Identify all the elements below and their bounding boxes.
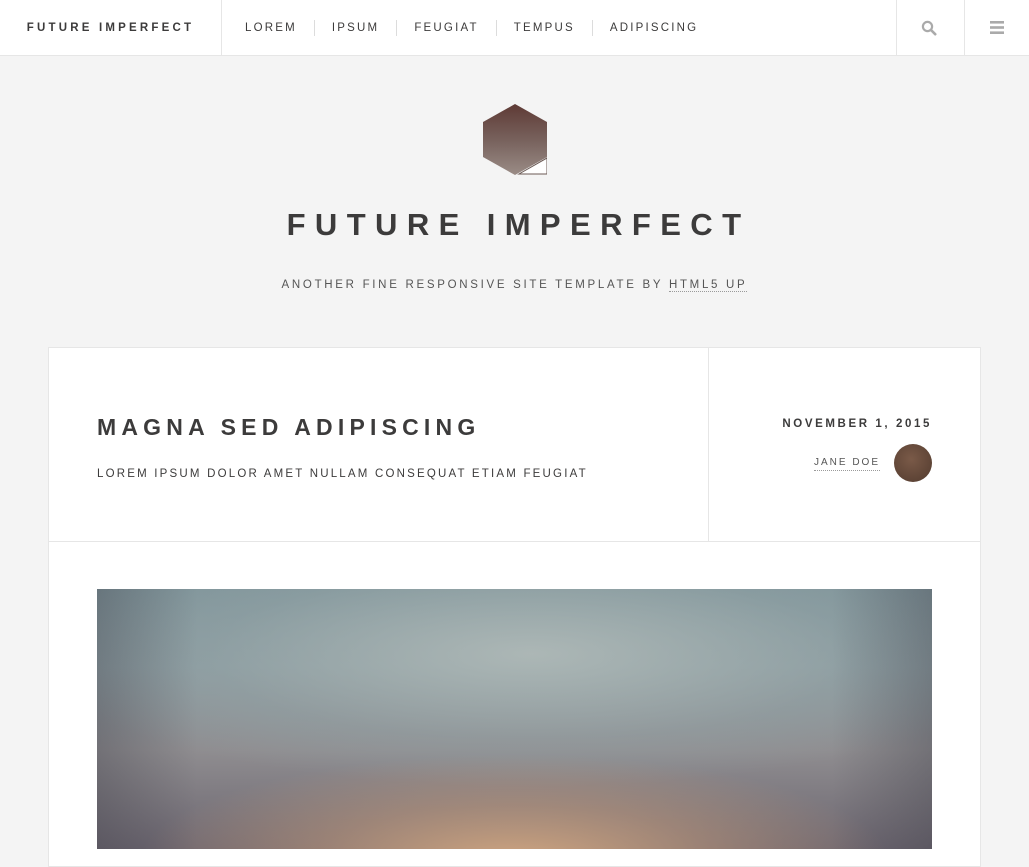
nav-item-feugiat[interactable]: FEUGIAT bbox=[396, 19, 495, 36]
search-button[interactable] bbox=[896, 0, 961, 55]
tagline-text: ANOTHER FINE RESPONSIVE SITE TEMPLATE BY bbox=[281, 279, 669, 291]
main-nav: LOREM IPSUM FEUGIAT TEMPUS ADIPISCING bbox=[222, 0, 715, 55]
site-header: FUTURE IMPERFECT LOREM IPSUM FEUGIAT TEM… bbox=[0, 0, 1029, 56]
hexagon-logo-icon[interactable] bbox=[483, 104, 547, 175]
post-card: MAGNA SED ADIPISCING LOREM IPSUM DOLOR A… bbox=[48, 347, 981, 867]
post-meta: NOVEMBER 1, 2015 JANE DOE bbox=[709, 348, 980, 541]
post-subtitle: LOREM IPSUM DOLOR AMET NULLAM CONSEQUAT … bbox=[97, 468, 588, 480]
author-avatar bbox=[894, 444, 932, 482]
post-date: NOVEMBER 1, 2015 bbox=[782, 418, 932, 430]
site-tagline: ANOTHER FINE RESPONSIVE SITE TEMPLATE BY… bbox=[0, 277, 1029, 293]
hamburger-menu-icon bbox=[990, 21, 1004, 34]
site-title: FUTURE IMPERFECT bbox=[286, 207, 751, 242]
author-name: JANE DOE bbox=[813, 456, 880, 471]
menu-button[interactable] bbox=[964, 0, 1029, 55]
html5up-link[interactable]: HTML5 UP bbox=[668, 279, 748, 292]
nav-item-adipiscing[interactable]: ADIPISCING bbox=[591, 19, 715, 36]
search-icon bbox=[921, 20, 937, 35]
nav-item-ipsum[interactable]: IPSUM bbox=[313, 19, 396, 36]
post-title-block: MAGNA SED ADIPISCING LOREM IPSUM DOLOR A… bbox=[49, 348, 709, 541]
post-title-link[interactable]: MAGNA SED ADIPISCING bbox=[97, 410, 480, 444]
post-featured-image[interactable] bbox=[97, 589, 932, 849]
nav-item-tempus[interactable]: TEMPUS bbox=[495, 19, 592, 36]
author-link[interactable]: JANE DOE bbox=[813, 444, 932, 482]
nav-item-lorem[interactable]: LOREM bbox=[228, 20, 314, 36]
post-header: MAGNA SED ADIPISCING LOREM IPSUM DOLOR A… bbox=[49, 348, 980, 542]
brand-link[interactable]: FUTURE IMPERFECT bbox=[0, 0, 222, 55]
